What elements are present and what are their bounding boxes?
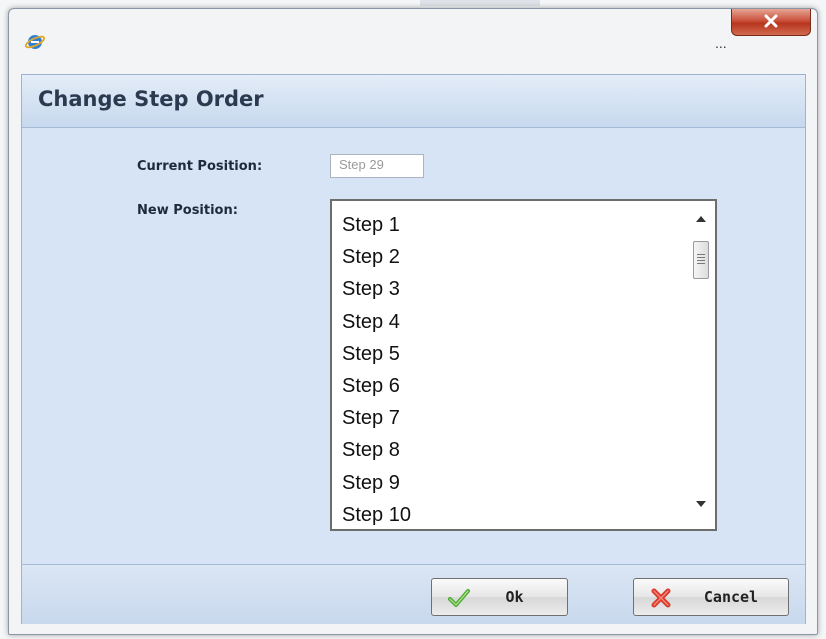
title-ellipsis: ... [715,35,727,51]
list-item[interactable]: Step 3 [342,273,682,305]
list-item[interactable]: Step 2 [342,241,682,273]
current-position-field: Step 29 [330,154,424,178]
ok-button-label: Ok [505,588,524,606]
dialog-footer: Ok Cancel [22,564,805,624]
list-item[interactable]: Step 8 [342,434,682,466]
list-item[interactable]: Step 7 [342,402,682,434]
new-position-listbox[interactable]: Step 1 Step 2 Step 3 Step 4 Step 5 Step 6 Step… [330,199,717,531]
title-bar: ... [9,9,817,73]
close-button[interactable] [731,9,811,36]
vertical-scrollbar[interactable] [687,201,715,529]
ie-icon [24,31,46,51]
dialog-header: Change Step Order [22,75,805,128]
current-position-label: Current Position: [137,159,263,174]
cancel-button-label: Cancel [703,588,759,606]
dialog-window: ... Change Step Order Current Position: … [8,8,818,635]
scroll-up-arrow-icon[interactable] [693,211,709,227]
dialog-title: Change Step Order [38,87,264,111]
scroll-grip-line [697,254,705,255]
list-item[interactable]: Step 9 [342,467,682,499]
scroll-thumb[interactable] [693,241,709,279]
close-icon [763,13,779,32]
scroll-grip-line [697,257,705,258]
background-decoration [420,0,540,6]
list-item[interactable]: Step 1 [342,209,682,241]
ok-button[interactable]: Ok [431,578,568,616]
cancel-button[interactable]: Cancel [633,578,789,616]
new-position-label: New Position: [137,203,238,218]
listbox-items: Step 1 Step 2 Step 3 Step 4 Step 5 Step 6 Step… [342,209,682,531]
scroll-grip-line [697,263,705,264]
list-item[interactable]: Step 5 [342,338,682,370]
dialog-content: Change Step Order Current Position: Step… [21,74,806,624]
list-item[interactable]: Step 10 [342,499,682,531]
scroll-down-arrow-icon[interactable] [693,496,709,512]
list-item[interactable]: Step 4 [342,306,682,338]
scroll-grip-line [697,260,705,261]
list-item[interactable]: Step 6 [342,370,682,402]
